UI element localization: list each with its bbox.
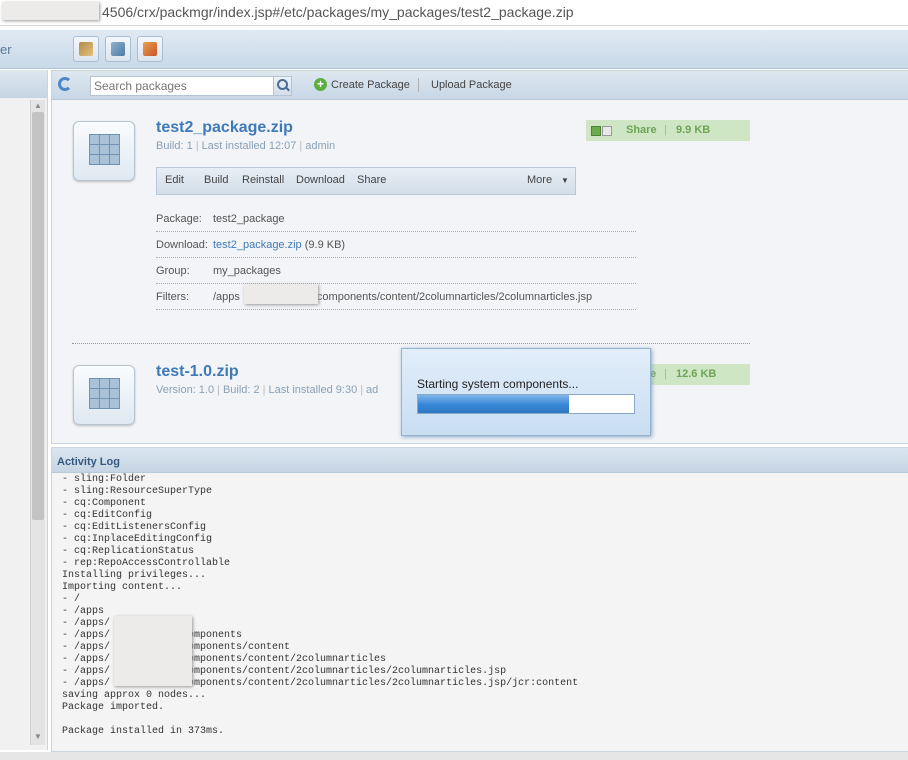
url-text[interactable]: 4506/crx/packmgr/index.jsp#/etc/packages… xyxy=(102,4,574,20)
log-line: - sling:Folder xyxy=(62,474,147,485)
status-bar xyxy=(0,752,908,760)
download-button[interactable]: Download xyxy=(296,174,345,186)
left-scrollbar[interactable]: ▲ ▼ xyxy=(30,100,45,745)
more-button[interactable]: More xyxy=(527,174,552,186)
log-line: - cq:ReplicationStatus xyxy=(62,546,195,557)
scroll-thumb[interactable] xyxy=(32,112,44,520)
package-build: Build: 2 xyxy=(222,384,260,396)
search-input[interactable] xyxy=(90,76,275,96)
activity-log-header: Activity Log xyxy=(52,448,908,473)
log-line: Package imported. xyxy=(62,702,165,713)
toolbar-divider xyxy=(418,78,419,92)
log-line: Installing privileges... xyxy=(62,570,207,581)
package-icon[interactable] xyxy=(73,365,135,425)
package-toolbar: + Create Package Upload Package xyxy=(52,71,908,100)
package-meta: Build: 1 | Last installed 12:07 | admin xyxy=(156,140,336,152)
detail-row-group: Group: my_packages xyxy=(156,258,636,284)
cube-icon xyxy=(89,134,120,166)
package-action-bar: Edit Build Reinstall Download Share More… xyxy=(156,167,576,195)
chevron-down-icon[interactable]: ▼ xyxy=(561,176,569,185)
plus-icon[interactable]: + xyxy=(314,78,327,91)
package-user: ad xyxy=(366,384,379,396)
scroll-up-icon[interactable]: ▲ xyxy=(34,101,42,110)
package-size: 12.6 KB xyxy=(676,368,717,380)
activity-log-text: - sling:Folder - sling:ResourceSuperType -… xyxy=(62,474,862,738)
address-bar[interactable]: 4506/crx/packmgr/index.jsp#/etc/packages… xyxy=(0,0,908,26)
redacted-host xyxy=(2,2,99,20)
download-link[interactable]: test2_package.zip xyxy=(213,239,302,251)
package-manager-icon[interactable] xyxy=(105,36,131,62)
app-toolbar: er xyxy=(0,30,908,69)
share-button[interactable]: Share xyxy=(357,174,386,186)
share-label[interactable]: Share xyxy=(626,124,657,136)
package-build: Build: 1 xyxy=(156,140,193,152)
left-panel-header xyxy=(0,70,47,98)
create-package-button[interactable]: Create Package xyxy=(331,79,410,91)
detail-key: Package: xyxy=(156,213,202,225)
reinstall-button[interactable]: Reinstall xyxy=(242,174,284,186)
search-icon[interactable] xyxy=(273,76,292,96)
filter-prefix: /apps xyxy=(213,291,240,303)
detail-value: my_packages xyxy=(213,265,281,277)
log-line: - cq:InplaceEditingConfig xyxy=(62,534,213,545)
log-line: Package installed in 373ms. xyxy=(62,726,225,737)
build-button[interactable]: Build xyxy=(204,174,228,186)
edit-button[interactable]: Edit xyxy=(165,174,184,186)
log-line: Importing content... xyxy=(62,582,183,593)
package-meta: Version: 1.0 | Build: 2 | Last installed 9:3… xyxy=(156,384,379,396)
package-version: Version: 1.0 xyxy=(156,384,215,396)
status-checkbox[interactable] xyxy=(602,126,612,136)
filter-suffix: components/content/2columnarticles/2colu… xyxy=(316,291,593,303)
detail-row-download: Download: test2_package.zip (9.9 KB) xyxy=(156,232,636,258)
app-title: er xyxy=(0,42,12,57)
activity-log-title: Activity Log xyxy=(57,456,120,468)
share-icon[interactable] xyxy=(137,36,163,62)
package-divider xyxy=(72,343,750,344)
package-title[interactable]: test-1.0.zip xyxy=(156,363,239,381)
detail-key: Group: xyxy=(156,265,190,277)
package-installed: Last installed 9:30 xyxy=(268,384,358,396)
log-line: saving approx 0 nodes... xyxy=(62,690,207,701)
share-status-badge: Share | 9.9 KB xyxy=(586,120,750,141)
download-size: (9.9 KB) xyxy=(304,239,346,251)
redacted-path xyxy=(244,284,318,304)
package-size: 9.9 KB xyxy=(676,124,711,136)
detail-value: test2_package xyxy=(213,213,285,225)
detail-key: Download: xyxy=(156,239,208,251)
log-line: - cq:EditConfig xyxy=(62,510,153,521)
progress-fill xyxy=(418,395,570,413)
activity-log-panel: Activity Log - sling:Folder - sling:Resou… xyxy=(51,447,908,752)
left-panel: ▲ ▼ xyxy=(0,70,48,750)
log-line: - / xyxy=(62,594,81,605)
log-line: - sling:ResourceSuperType xyxy=(62,486,213,497)
tools-icon[interactable] xyxy=(73,36,99,62)
log-line: - cq:Component xyxy=(62,498,147,509)
scroll-down-icon[interactable]: ▼ xyxy=(34,732,42,741)
progress-dialog: Starting system components... xyxy=(401,348,651,436)
progress-bar xyxy=(417,394,635,414)
detail-key: Filters: xyxy=(156,291,189,303)
refresh-icon[interactable] xyxy=(58,77,72,91)
status-checkbox[interactable] xyxy=(591,126,601,136)
package-user: admin xyxy=(305,140,336,152)
detail-row-filters: Filters: /apps components/content/2column… xyxy=(156,284,636,310)
package-installed: Last installed 12:07 xyxy=(201,140,297,152)
upload-package-button[interactable]: Upload Package xyxy=(431,79,512,91)
redacted-path xyxy=(114,616,192,686)
package-title[interactable]: test2_package.zip xyxy=(156,119,293,137)
log-line: - cq:EditListenersConfig xyxy=(62,522,207,533)
detail-row-package: Package: test2_package xyxy=(156,206,636,232)
progress-message: Starting system components... xyxy=(417,377,579,391)
log-line: - rep:RepoAccessControllable xyxy=(62,558,231,569)
package-icon[interactable] xyxy=(73,121,135,181)
detail-value: test2_package.zip (9.9 KB) xyxy=(213,239,345,251)
cube-icon xyxy=(89,378,120,410)
